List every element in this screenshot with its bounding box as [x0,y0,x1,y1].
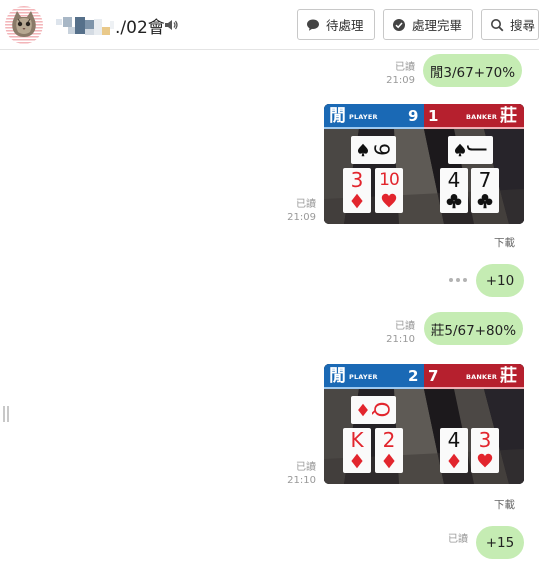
message-bubble[interactable]: +15 [476,526,524,559]
card-rank: 3 [478,428,492,452]
spade-icon [453,143,467,157]
search-icon [491,18,504,31]
read-status: 已讀 [296,462,316,473]
avatar[interactable] [5,6,43,44]
message-meta: 已讀 [440,533,468,546]
message-time: 21:10 [287,475,316,486]
card-rank: J [466,146,491,153]
card-rank: 4 [447,168,461,192]
card-rank: 10 [379,170,400,190]
banker-score: 1 [428,107,439,125]
chat-bubble-icon [307,19,319,31]
card-rank: Q [369,401,394,418]
card-rank: K [350,428,364,452]
banker-label: 莊 [500,106,517,126]
panel-resize-handle[interactable] [3,406,11,422]
download-link[interactable]: 下載 [494,235,515,250]
card-rank: 9 [369,143,394,156]
read-status: 已讀 [395,62,415,73]
diamond-icon [446,453,462,469]
banker-score: 7 [428,367,439,385]
read-status: 已讀 [448,534,468,545]
banker-bar: 7 BANKER 莊 [424,364,524,389]
player-card: 3 [343,168,371,213]
search-button[interactable]: 搜尋 [481,9,539,40]
banker-card: 4 [440,428,468,473]
player-bar: 閒 PLAYER 2 [324,364,424,389]
read-status: 已讀 [395,321,415,332]
pending-label: 待處理 [326,18,364,33]
heart-icon [477,453,493,469]
read-status: 已讀 [296,199,316,210]
heart-icon [381,193,397,209]
diamond-icon [356,403,370,417]
club-icon [446,193,462,209]
card-rank: 2 [382,428,396,452]
banker-label: 莊 [500,366,517,386]
message-meta: 已讀 21:10 [380,320,415,346]
player-label: 閒 [329,106,346,126]
check-circle-icon [393,18,405,31]
club-icon [477,193,493,209]
card-rank: 3 [350,168,364,192]
diamond-icon [349,193,365,209]
card-rank: 7 [478,168,492,192]
player-score: 9 [408,107,419,125]
speaker-icon[interactable] [163,17,179,33]
chat-title: ./02會 [115,18,165,38]
player-card: K [343,428,371,473]
message-meta: 已讀 21:09 [380,61,415,87]
download-link[interactable]: 下載 [494,497,515,512]
player-label: 閒 [329,366,346,386]
banker-card: 7 [471,168,499,213]
message-bubble[interactable]: +10 [476,264,524,297]
spade-icon [356,143,370,157]
player-card: 2 [375,428,403,473]
player-card: 10 [375,168,403,213]
baccarat-result-image[interactable]: 閒 PLAYER 2 7 BANKER 莊 Q K 2 4 3 [324,364,524,484]
banker-sub-label: BANKER [466,373,498,381]
done-button[interactable]: 處理完畢 [383,9,473,40]
card-rank: 4 [447,428,461,452]
banker-sub-label: BANKER [466,113,498,121]
diamond-icon [381,453,397,469]
player-score: 2 [408,367,419,385]
message-time: 21:09 [287,212,316,223]
player-sub-label: PLAYER [349,373,378,381]
message-meta: 已讀 21:09 [280,198,316,224]
message-bubble[interactable]: 莊5/67+80% [424,312,523,345]
player-sub-label: PLAYER [349,113,378,121]
cat-avatar-icon [5,6,43,44]
done-label: 處理完畢 [412,18,463,33]
pending-button[interactable]: 待處理 [297,9,375,40]
search-label: 搜尋 [510,18,536,33]
banker-bar: 1 BANKER 莊 [424,104,524,129]
message-time: 21:09 [386,75,415,86]
player-third-card: 9 [351,136,396,164]
banker-card: 3 [471,428,499,473]
chat-header: ./02會 待處理 處理完畢 搜尋 [0,0,539,50]
more-options-icon[interactable] [449,278,467,282]
banker-card: 4 [440,168,468,213]
baccarat-result-image[interactable]: 閒 PLAYER 9 1 BANKER 莊 9 J 3 10 4 7 [324,104,524,224]
player-bar: 閒 PLAYER 9 [324,104,424,129]
banker-third-card: J [448,136,493,164]
player-third-card: Q [351,396,396,424]
message-bubble[interactable]: 閒3/67+70% [423,54,522,87]
message-meta: 已讀 21:10 [280,461,316,487]
diamond-icon [349,453,365,469]
message-time: 21:10 [386,334,415,345]
